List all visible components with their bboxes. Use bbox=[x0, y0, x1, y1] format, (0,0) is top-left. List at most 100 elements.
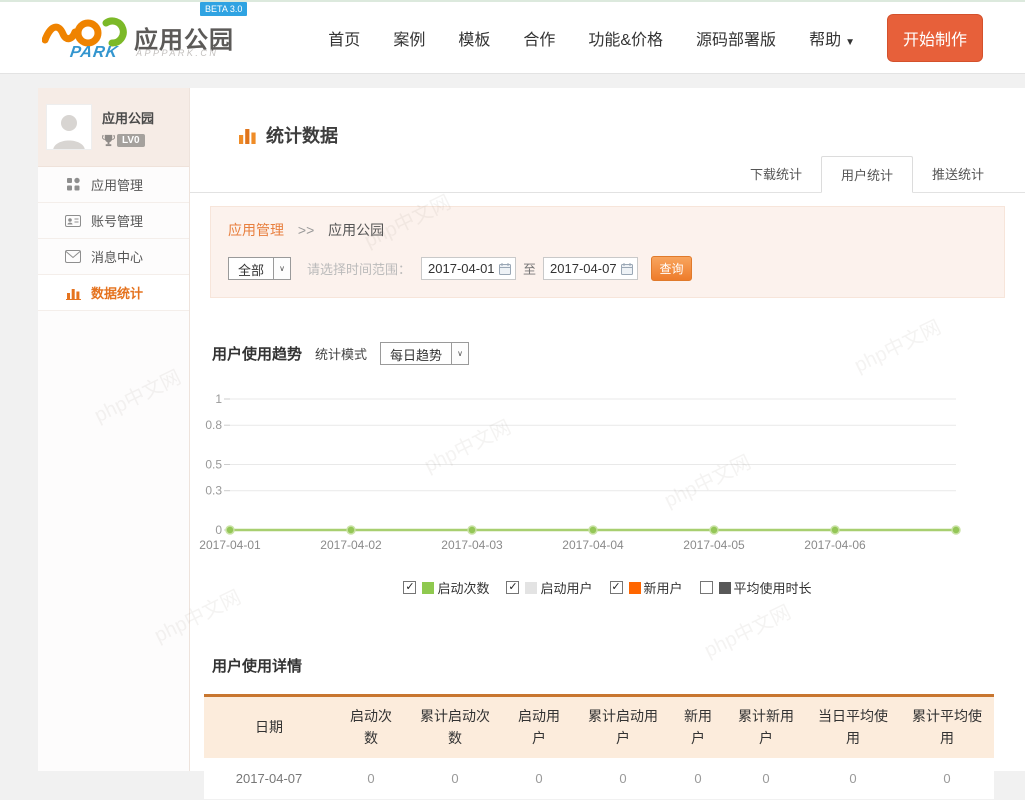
column-header: 日期 bbox=[204, 696, 334, 759]
account-card-icon bbox=[65, 213, 81, 229]
tab-user-stats[interactable]: 用户统计 bbox=[821, 156, 913, 193]
logo-domain-text: APPPARK.CN bbox=[136, 48, 218, 58]
page-title: 统计数据 bbox=[266, 122, 338, 148]
legend-swatch bbox=[719, 582, 731, 594]
table-header-row: 日期启动次数累计启动次数启动用户累计启动用户新用户累计新用户当日平均使用累计平均… bbox=[204, 696, 994, 759]
logo-park-text: PARK bbox=[69, 44, 120, 62]
table-cell: 2017-04-07 bbox=[204, 758, 334, 800]
column-header: 累计新用户 bbox=[726, 696, 806, 759]
breadcrumb-current: 应用公园 bbox=[328, 222, 384, 238]
top-navbar: PARK 应用公园 APPPARK.CN BETA 3.0 首页 案例 模板 合… bbox=[0, 0, 1025, 74]
column-header: 启动次数 bbox=[334, 696, 408, 759]
table-cell: 0 bbox=[408, 758, 502, 800]
column-header: 累计启动次数 bbox=[408, 696, 502, 759]
date-from-input[interactable]: 2017-04-01 bbox=[421, 257, 516, 280]
table-cell: 0 bbox=[670, 758, 726, 800]
trend-section-title: 用户使用趋势 bbox=[212, 343, 302, 364]
calendar-icon bbox=[621, 263, 633, 275]
table-cell: 0 bbox=[502, 758, 576, 800]
checkbox-unchecked-icon[interactable] bbox=[700, 581, 713, 594]
tab-push-stats[interactable]: 推送统计 bbox=[913, 156, 1003, 192]
trend-mode-select[interactable]: 每日趋势 ∨ bbox=[380, 342, 469, 365]
stat-mode-label: 统计模式 bbox=[315, 344, 367, 363]
apps-icon bbox=[65, 177, 81, 193]
breadcrumb-separator: >> bbox=[298, 222, 314, 238]
statistics-bars-icon bbox=[238, 126, 257, 145]
sidebar-item-data-statistics[interactable]: 数据统计 bbox=[38, 275, 189, 311]
column-header: 累计平均使用 bbox=[900, 696, 994, 759]
apppark-logo[interactable]: PARK 应用公园 APPPARK.CN BETA 3.0 bbox=[42, 8, 257, 68]
checkbox-checked-icon[interactable]: ✓ bbox=[610, 581, 623, 594]
nav-cooperation[interactable]: 合作 bbox=[523, 26, 555, 50]
legend-swatch bbox=[422, 582, 434, 594]
table-cell: 0 bbox=[726, 758, 806, 800]
column-header: 新用户 bbox=[670, 696, 726, 759]
message-envelope-icon bbox=[65, 249, 81, 265]
sidebar-item-app-management[interactable]: 应用管理 bbox=[38, 167, 189, 203]
table-cell: 0 bbox=[900, 758, 994, 800]
chart-legend: ✓ 启动次数 ✓启动用户 ✓新用户 平均使用时长 bbox=[190, 578, 1025, 597]
date-from-value: 2017-04-01 bbox=[428, 261, 495, 276]
date-range-label: 请选择时间范围： bbox=[307, 259, 411, 278]
nav-templates[interactable]: 模板 bbox=[458, 26, 490, 50]
svg-text:2017-04-06: 2017-04-06 bbox=[804, 538, 866, 552]
start-create-button[interactable]: 开始制作 bbox=[887, 14, 983, 62]
legend-item-2[interactable]: ✓新用户 bbox=[610, 578, 683, 597]
nav-help[interactable]: 帮助▼ bbox=[809, 26, 855, 50]
breadcrumb-parent[interactable]: 应用管理 bbox=[228, 222, 284, 238]
svg-text:0.3: 0.3 bbox=[205, 484, 222, 498]
checkbox-checked-icon[interactable]: ✓ bbox=[403, 581, 416, 594]
calendar-icon bbox=[499, 263, 511, 275]
legend-item-3[interactable]: 平均使用时长 bbox=[700, 578, 812, 597]
table-cell: 0 bbox=[334, 758, 408, 800]
legend-item-0[interactable]: ✓ 启动次数 bbox=[403, 578, 489, 597]
svg-text:0.5: 0.5 bbox=[205, 458, 222, 472]
to-label: 至 bbox=[523, 259, 536, 278]
legend-swatch bbox=[629, 582, 641, 594]
legend-swatch bbox=[525, 582, 537, 594]
svg-text:2017-04-05: 2017-04-05 bbox=[683, 538, 745, 552]
table-row: 2017-04-0700000000 bbox=[204, 758, 994, 800]
profile-name: 应用公园 bbox=[102, 108, 154, 127]
svg-text:1: 1 bbox=[215, 392, 222, 406]
sidebar-item-label: 数据统计 bbox=[91, 283, 143, 302]
profile-card: 应用公园 LV0 bbox=[38, 88, 189, 167]
svg-text:2017-04-02: 2017-04-02 bbox=[320, 538, 382, 552]
legend-label: 平均使用时长 bbox=[734, 578, 812, 597]
sidebar: 应用公园 LV0 应用管理 bbox=[38, 88, 190, 771]
date-to-value: 2017-04-07 bbox=[550, 261, 617, 276]
stats-bars-icon bbox=[65, 285, 81, 301]
detail-section-title: 用户使用详情 bbox=[212, 655, 1025, 676]
nav-pricing[interactable]: 功能&价格 bbox=[588, 26, 663, 50]
main-content: 统计数据 下载统计 用户统计 推送统计 应用管理 >> 应用公园 全部 ∨ 请选… bbox=[190, 88, 1025, 771]
sidebar-item-label: 消息中心 bbox=[91, 247, 143, 266]
svg-text:2017-04-01: 2017-04-01 bbox=[199, 538, 261, 552]
sidebar-item-account-management[interactable]: 账号管理 bbox=[38, 203, 189, 239]
nav-home[interactable]: 首页 bbox=[328, 26, 360, 50]
usage-trend-chart: 10.80.50.302017-04-012017-04-022017-04-0… bbox=[198, 389, 990, 561]
avatar[interactable] bbox=[46, 104, 92, 150]
svg-text:2017-04-03: 2017-04-03 bbox=[441, 538, 503, 552]
beta-badge: BETA 3.0 bbox=[200, 2, 247, 16]
trend-mode-value: 每日趋势 bbox=[381, 343, 451, 364]
nav-cases[interactable]: 案例 bbox=[393, 26, 425, 50]
query-button[interactable]: 查询 bbox=[651, 256, 692, 281]
table-body: 2017-04-0700000000 bbox=[204, 758, 994, 800]
date-to-input[interactable]: 2017-04-07 bbox=[543, 257, 638, 280]
sidebar-item-message-center[interactable]: 消息中心 bbox=[38, 239, 189, 275]
sidebar-item-label: 账号管理 bbox=[91, 211, 143, 230]
sidebar-item-label: 应用管理 bbox=[91, 175, 143, 194]
column-header: 当日平均使用 bbox=[806, 696, 900, 759]
chevron-down-icon: ▼ bbox=[845, 37, 855, 48]
checkbox-checked-icon[interactable]: ✓ bbox=[506, 581, 519, 594]
svg-text:2017-04-04: 2017-04-04 bbox=[562, 538, 624, 552]
legend-label: 启动次数 bbox=[437, 578, 489, 597]
nav-source-deploy[interactable]: 源码部署版 bbox=[696, 26, 776, 50]
svg-text:0: 0 bbox=[215, 523, 222, 537]
app-select[interactable]: 全部 ∨ bbox=[228, 257, 291, 280]
main-nav: 首页 案例 模板 合作 功能&价格 源码部署版 帮助▼ bbox=[328, 26, 855, 50]
table-cell: 0 bbox=[576, 758, 670, 800]
legend-item-1[interactable]: ✓启动用户 bbox=[506, 578, 592, 597]
tab-download-stats[interactable]: 下载统计 bbox=[731, 156, 821, 192]
app-select-value: 全部 bbox=[229, 258, 273, 279]
